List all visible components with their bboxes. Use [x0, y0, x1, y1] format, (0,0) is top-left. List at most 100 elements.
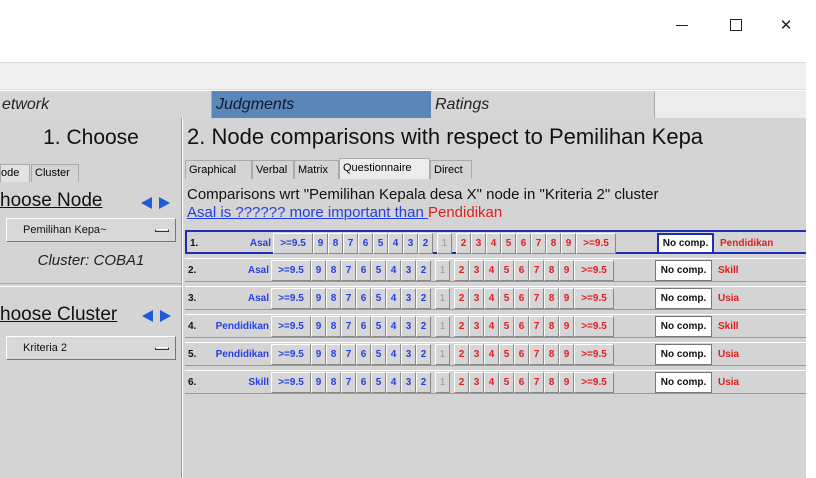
no-comparison-button[interactable]: No comp. [655, 316, 712, 337]
scale-left-cell[interactable]: 7 [341, 260, 356, 281]
scale-left-cell[interactable]: 9 [311, 288, 326, 309]
scale-right-cell[interactable]: 7 [529, 260, 544, 281]
scale-left-cell[interactable]: 8 [328, 233, 343, 254]
scale-right-cell[interactable]: 2 [454, 316, 469, 337]
scale-left-cell[interactable]: 6 [356, 316, 371, 337]
scale-left-cell[interactable]: 2 [416, 344, 431, 365]
scale-left-cell[interactable]: 5 [371, 344, 386, 365]
scale-left-cell[interactable]: 7 [341, 316, 356, 337]
scale-right-cell[interactable]: 3 [469, 372, 484, 393]
scale-right-cell[interactable]: 6 [514, 344, 529, 365]
arrow-left-icon[interactable] [142, 310, 153, 322]
scale-right-cell[interactable]: 2 [456, 233, 471, 254]
scale-left-cell[interactable]: 7 [341, 344, 356, 365]
scale-right-cell[interactable]: 9 [559, 316, 574, 337]
scale-left-cell[interactable]: 6 [356, 344, 371, 365]
scale-left-cell[interactable]: 4 [386, 316, 401, 337]
scale-right-cell[interactable]: 8 [544, 260, 559, 281]
cluster-nav-arrows[interactable] [140, 308, 178, 324]
scale-right-cell[interactable]: 7 [529, 316, 544, 337]
no-comparison-button[interactable]: No comp. [655, 288, 712, 309]
scale-left-cell[interactable]: 6 [356, 260, 371, 281]
scale-left-cell[interactable]: >=9.5 [271, 288, 311, 309]
scale-left-cell[interactable]: 3 [401, 344, 416, 365]
scale-left-cell[interactable]: 5 [371, 288, 386, 309]
no-comparison-button[interactable]: No comp. [657, 233, 714, 254]
scale-right-cell[interactable]: 3 [469, 288, 484, 309]
arrow-right-icon[interactable] [159, 197, 170, 209]
scale-left-cell[interactable]: 9 [311, 260, 326, 281]
scale-left-cell[interactable]: 2 [416, 260, 431, 281]
scale-right-cell[interactable]: >=9.5 [576, 233, 616, 254]
scale-equal-cell[interactable]: 1 [435, 344, 450, 365]
scale-left-cell[interactable]: 5 [371, 316, 386, 337]
scale-right-cell[interactable]: 7 [529, 344, 544, 365]
scale-left-cell[interactable]: 3 [401, 372, 416, 393]
scale-right-cell[interactable]: 6 [514, 372, 529, 393]
scale-left-cell[interactable]: 2 [418, 233, 433, 254]
scale-right-cell[interactable]: >=9.5 [574, 372, 614, 393]
mode-network[interactable]: etwork [0, 91, 212, 118]
scale-right-cell[interactable]: 6 [514, 288, 529, 309]
scale-left-cell[interactable]: 9 [311, 344, 326, 365]
mode-ratings[interactable]: Ratings [431, 91, 655, 118]
tab-graphical[interactable]: Graphical [185, 160, 252, 179]
tab-questionnaire[interactable]: Questionnaire [339, 158, 430, 179]
cluster-dropdown[interactable]: Kriteria 2 [6, 336, 176, 360]
scale-left-cell[interactable]: 4 [386, 288, 401, 309]
node-dropdown[interactable]: Pemilihan Kepa~ [6, 218, 176, 242]
scale-left-cell[interactable]: 5 [373, 233, 388, 254]
scale-right-cell[interactable]: 8 [544, 316, 559, 337]
scale-equal-cell[interactable]: 1 [435, 260, 450, 281]
tab-direct[interactable]: Direct [430, 160, 472, 179]
scale-left-cell[interactable]: 2 [416, 372, 431, 393]
scale-right-cell[interactable]: >=9.5 [574, 344, 614, 365]
scale-right-cell[interactable]: 8 [544, 288, 559, 309]
scale-right-cell[interactable]: 9 [561, 233, 576, 254]
scale-left-cell[interactable]: 8 [326, 372, 341, 393]
scale-right-cell[interactable]: 9 [559, 344, 574, 365]
scale-left-cell[interactable]: 5 [371, 260, 386, 281]
scale-left-cell[interactable]: 4 [386, 344, 401, 365]
arrow-left-icon[interactable] [141, 197, 152, 209]
scale-right-cell[interactable]: 5 [501, 233, 516, 254]
scale-right-cell[interactable]: 8 [546, 233, 561, 254]
scale-left-cell[interactable]: 3 [401, 288, 416, 309]
scale-right-cell[interactable]: 4 [484, 260, 499, 281]
scale-left-cell[interactable]: 3 [403, 233, 418, 254]
scale-right-cell[interactable]: 2 [454, 344, 469, 365]
scale-equal-cell[interactable]: 1 [435, 372, 450, 393]
scale-right-cell[interactable]: 6 [514, 316, 529, 337]
scale-right-cell[interactable]: 3 [469, 344, 484, 365]
scale-right-cell[interactable]: 4 [486, 233, 501, 254]
tab-node[interactable]: ode [0, 164, 30, 182]
scale-left-cell[interactable]: 3 [401, 316, 416, 337]
scale-right-cell[interactable]: 3 [471, 233, 486, 254]
scale-right-cell[interactable]: 4 [484, 288, 499, 309]
scale-right-cell[interactable]: 2 [454, 288, 469, 309]
scale-right-cell[interactable]: >=9.5 [574, 260, 614, 281]
scale-right-cell[interactable]: 8 [544, 344, 559, 365]
close-icon[interactable]: ✕ [771, 14, 801, 36]
no-comparison-button[interactable]: No comp. [655, 372, 712, 393]
scale-left-cell[interactable]: 2 [416, 288, 431, 309]
scale-right-cell[interactable]: 4 [484, 372, 499, 393]
scale-left-cell[interactable]: 8 [326, 260, 341, 281]
scale-left-cell[interactable]: 6 [356, 372, 371, 393]
scale-left-cell[interactable]: >=9.5 [271, 260, 311, 281]
scale-left-cell[interactable]: 8 [326, 288, 341, 309]
scale-left-cell[interactable]: 7 [343, 233, 358, 254]
scale-left-cell[interactable]: 4 [386, 260, 401, 281]
scale-equal-cell[interactable]: 1 [435, 288, 450, 309]
scale-left-cell[interactable]: 7 [341, 372, 356, 393]
scale-left-cell[interactable]: 5 [371, 372, 386, 393]
scale-left-cell[interactable]: 8 [326, 316, 341, 337]
scale-right-cell[interactable]: 9 [559, 288, 574, 309]
scale-left-cell[interactable]: >=9.5 [273, 233, 313, 254]
scale-right-cell[interactable]: 7 [529, 288, 544, 309]
scale-right-cell[interactable]: 4 [484, 316, 499, 337]
maximize-icon[interactable] [721, 14, 751, 36]
scale-equal-cell[interactable]: 1 [437, 233, 452, 254]
scale-left-cell[interactable]: 6 [356, 288, 371, 309]
scale-left-cell[interactable]: 4 [388, 233, 403, 254]
